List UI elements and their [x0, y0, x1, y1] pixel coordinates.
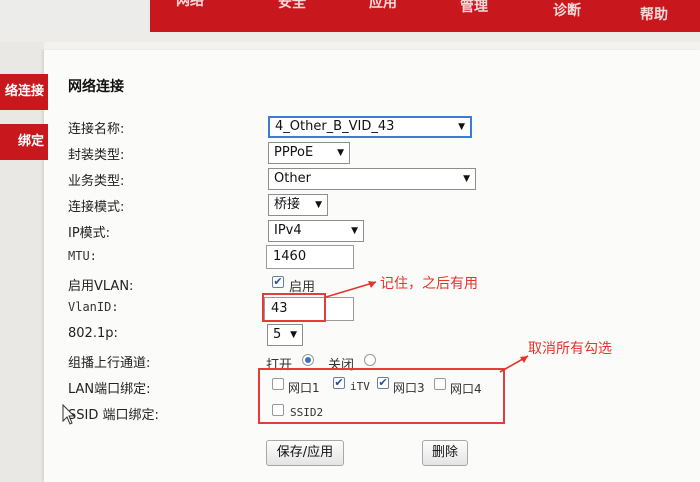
nav-item-help[interactable]: 帮助: [640, 8, 668, 22]
encapsulation-label: 封装类型:: [68, 148, 125, 163]
arrow-icon: [499, 355, 529, 373]
ip-mode-label: IP模式:: [68, 226, 111, 241]
multicast-uplink-label: 组播上行通道:: [68, 356, 151, 371]
arrow-icon: [325, 281, 377, 298]
multicast-close-radio[interactable]: [364, 354, 376, 366]
service-type-select[interactable]: Other ▼: [268, 168, 476, 190]
chevron-down-icon: ▼: [337, 148, 344, 158]
priority-8021p-select[interactable]: 5 ▼: [267, 324, 303, 346]
enable-vlan-label: 启用VLAN:: [68, 279, 134, 294]
annotation-remember: 记住，之后有用: [380, 276, 478, 292]
ip-mode-value: IPv4: [274, 223, 302, 238]
chevron-down-icon: ▼: [463, 174, 470, 184]
nav-item-network[interactable]: 网络: [176, 0, 204, 8]
priority-8021p-label: 802.1p:: [68, 326, 118, 341]
vlan-id-label: VlanID:: [68, 300, 119, 314]
ip-mode-select[interactable]: IPv4 ▼: [268, 220, 364, 242]
main-nav: [150, 0, 700, 32]
priority-8021p-value: 5: [273, 327, 282, 342]
save-apply-button[interactable]: 保存/应用: [266, 440, 344, 466]
annotation-uncheck-all: 取消所有勾选: [528, 341, 612, 357]
lan-binding-label: LAN端口绑定:: [68, 382, 151, 397]
chevron-down-icon: ▼: [315, 200, 322, 210]
nav-item-diagnostics[interactable]: 诊断: [553, 4, 581, 18]
enable-vlan-checkbox[interactable]: ✔: [272, 276, 284, 288]
chevron-down-icon: ▼: [290, 330, 297, 340]
connection-name-value: 4_Other_B_VID_43: [275, 119, 395, 134]
delete-button[interactable]: 删除: [422, 440, 468, 466]
encapsulation-value: PPPoE: [274, 145, 314, 160]
service-type-label: 业务类型:: [68, 174, 125, 189]
mouse-cursor-icon: [62, 404, 76, 425]
connection-mode-select[interactable]: 桥接 ▼: [268, 194, 328, 216]
nav-item-application[interactable]: 应用: [369, 0, 397, 10]
sidebar-item-label: 络连接: [4, 84, 44, 99]
nav-item-security[interactable]: 安全: [278, 0, 306, 10]
chevron-down-icon: ▼: [351, 226, 358, 236]
connection-mode-label: 连接模式:: [68, 200, 125, 215]
sidebar-item-binding[interactable]: 绑定: [0, 124, 48, 160]
multicast-open-radio[interactable]: [302, 354, 314, 366]
page-title: 网络连接: [68, 79, 124, 95]
connection-name-select[interactable]: 4_Other_B_VID_43 ▼: [268, 116, 472, 138]
mtu-value: 1460: [273, 249, 307, 264]
port-binding-highlight-box: [258, 368, 505, 424]
ssid-binding-label: SSID 端口绑定:: [68, 408, 159, 423]
mtu-input[interactable]: 1460: [266, 245, 354, 269]
chevron-down-icon: ▼: [458, 122, 465, 132]
vlan-id-highlight-box: [262, 293, 326, 322]
sidebar-item-label: 绑定: [17, 134, 44, 149]
mtu-label: MTU:: [68, 249, 97, 263]
connection-name-label: 连接名称:: [68, 122, 125, 137]
nav-item-management[interactable]: 管理: [460, 0, 488, 14]
encapsulation-select[interactable]: PPPoE ▼: [268, 142, 350, 164]
connection-mode-value: 桥接: [274, 197, 301, 212]
sidebar-item-network-connection[interactable]: 络连接: [0, 74, 48, 110]
service-type-value: Other: [274, 171, 311, 186]
